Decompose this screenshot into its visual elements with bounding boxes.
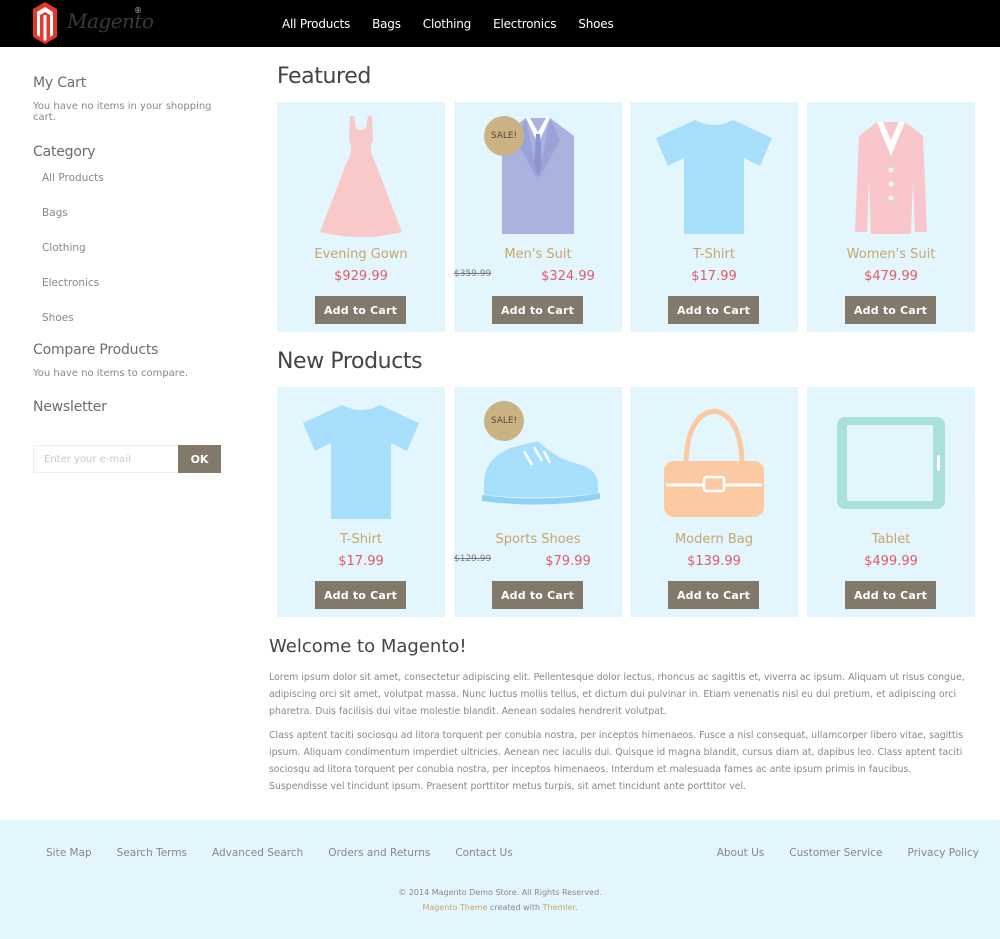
product-price: $324.99 xyxy=(541,269,595,284)
footer: Site Map Search Terms Advanced Search Or… xyxy=(0,820,1000,939)
newsletter-ok-button[interactable]: OK xyxy=(178,445,221,473)
tablet-icon xyxy=(837,417,945,509)
product-name[interactable]: Men's Suit xyxy=(454,247,622,262)
new-products-title: New Products xyxy=(277,349,423,374)
compare-title: Compare Products xyxy=(33,342,159,358)
add-to-cart-button[interactable]: Add to Cart xyxy=(845,296,936,324)
product-name[interactable]: T-Shirt xyxy=(277,532,445,547)
product-name[interactable]: Modern Bag xyxy=(630,532,798,547)
category-electronics[interactable]: Electronics xyxy=(33,277,233,312)
product-card[interactable]: Tablet $499.99 Add to Cart xyxy=(807,387,975,617)
nav-all-products[interactable]: All Products xyxy=(282,17,350,31)
my-cart-title: My Cart xyxy=(33,75,87,91)
credit-theme-link[interactable]: Magento Theme xyxy=(422,903,487,912)
welcome-paragraph-2: Class aptent taciti sociosqu ad litora t… xyxy=(269,730,964,792)
product-price: $79.99 xyxy=(545,554,591,569)
tshirt-icon xyxy=(656,120,772,234)
product-price: $479.99 xyxy=(864,269,918,284)
product-card[interactable]: T-Shirt $17.99 Add to Cart xyxy=(630,102,798,332)
category-clothing[interactable]: Clothing xyxy=(33,242,233,277)
footer-link-site-map[interactable]: Site Map xyxy=(46,847,92,859)
bag-icon xyxy=(664,408,764,517)
sale-badge: SALE! xyxy=(484,116,524,156)
credit-mid-text: created with xyxy=(487,903,543,912)
add-to-cart-button[interactable]: Add to Cart xyxy=(492,296,583,324)
newsletter-form: OK xyxy=(33,445,221,473)
welcome-title: Welcome to Magento! xyxy=(269,636,467,657)
category-title: Category xyxy=(33,144,96,160)
product-card[interactable]: SALE! Men's Suit $359.99 $324.99 Add to … xyxy=(454,102,622,332)
footer-link-advanced-search[interactable]: Advanced Search xyxy=(212,847,303,859)
category-bags[interactable]: Bags xyxy=(33,207,233,242)
product-name[interactable]: Women's Suit xyxy=(807,247,975,262)
sale-badge: SALE! xyxy=(484,401,524,441)
footer-link-contact-us[interactable]: Contact Us xyxy=(455,847,512,859)
product-card[interactable]: SALE! Sports Shoes $129.99 $79.99 Add to… xyxy=(454,387,622,617)
add-to-cart-button[interactable]: Add to Cart xyxy=(668,296,759,324)
logo-registered-mark: ® xyxy=(134,6,142,15)
product-name[interactable]: T-Shirt xyxy=(630,247,798,262)
product-name[interactable]: Sports Shoes xyxy=(454,532,622,547)
footer-link-customer-service[interactable]: Customer Service xyxy=(789,847,882,859)
tshirt-icon xyxy=(303,405,419,519)
welcome-paragraph-1: Lorem ipsum dolor sit amet, consectetur … xyxy=(269,672,965,717)
featured-title: Featured xyxy=(277,64,371,89)
newsletter-title: Newsletter xyxy=(33,399,107,415)
nav-electronics[interactable]: Electronics xyxy=(493,17,556,31)
product-price: $17.99 xyxy=(338,554,384,569)
credit-line: Magento Theme created with Themler. xyxy=(0,903,1000,912)
product-card[interactable]: Women's Suit $479.99 Add to Cart xyxy=(807,102,975,332)
footer-links-left: Site Map Search Terms Advanced Search Or… xyxy=(46,847,538,859)
top-header: Magento ® All Products Bags Clothing Ele… xyxy=(0,0,1000,47)
footer-link-search-terms[interactable]: Search Terms xyxy=(117,847,187,859)
copyright: © 2014 Magento Demo Store. All Rights Re… xyxy=(398,888,602,897)
cart-empty-text: You have no items in your shopping cart. xyxy=(33,101,212,123)
nav-bags[interactable]: Bags xyxy=(372,17,401,31)
footer-links-right: About Us Customer Service Privacy Policy xyxy=(692,847,979,859)
credit-end-text: . xyxy=(574,903,578,912)
add-to-cart-button[interactable]: Add to Cart xyxy=(315,581,406,609)
product-name[interactable]: Tablet xyxy=(807,532,975,547)
add-to-cart-button[interactable]: Add to Cart xyxy=(845,581,936,609)
add-to-cart-button[interactable]: Add to Cart xyxy=(315,296,406,324)
sneaker-icon xyxy=(482,441,600,505)
product-card[interactable]: Modern Bag $139.99 Add to Cart xyxy=(630,387,798,617)
product-name[interactable]: Evening Gown xyxy=(277,247,445,262)
footer-link-about-us[interactable]: About Us xyxy=(717,847,765,859)
compare-empty-text: You have no items to compare. xyxy=(33,368,189,379)
add-to-cart-button[interactable]: Add to Cart xyxy=(668,581,759,609)
footer-link-privacy-policy[interactable]: Privacy Policy xyxy=(907,847,979,859)
product-card[interactable]: Evening Gown $929.99 Add to Cart xyxy=(277,102,445,332)
product-price: $17.99 xyxy=(691,269,737,284)
product-price: $139.99 xyxy=(687,554,741,569)
sidebar: My Cart You have no items in your shoppi… xyxy=(33,75,233,415)
nav-clothing[interactable]: Clothing xyxy=(423,17,472,31)
product-price: $929.99 xyxy=(334,269,388,284)
product-price: $499.99 xyxy=(864,554,918,569)
add-to-cart-button[interactable]: Add to Cart xyxy=(492,581,583,609)
blazer-icon xyxy=(855,122,927,234)
category-list: All Products Bags Clothing Electronics S… xyxy=(33,172,233,347)
product-card[interactable]: T-Shirt $17.99 Add to Cart xyxy=(277,387,445,617)
category-all-products[interactable]: All Products xyxy=(33,172,233,207)
dress-icon xyxy=(320,116,402,237)
nav-shoes[interactable]: Shoes xyxy=(578,17,613,31)
credit-themler-link[interactable]: Themler xyxy=(543,903,575,912)
footer-link-orders-returns[interactable]: Orders and Returns xyxy=(328,847,430,859)
main-nav: All Products Bags Clothing Electronics S… xyxy=(282,0,636,47)
newsletter-email-input[interactable] xyxy=(33,445,178,473)
suit-icon xyxy=(502,118,574,234)
